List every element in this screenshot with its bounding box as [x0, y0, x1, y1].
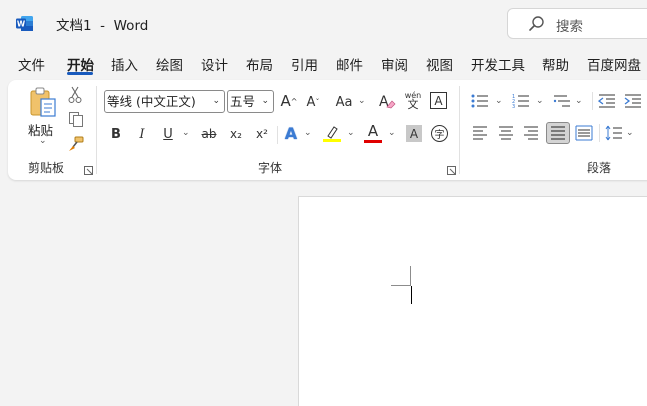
search-icon — [529, 16, 544, 31]
chevron-down-icon[interactable]: ⌄ — [358, 96, 366, 106]
decrease-indent-icon[interactable] — [598, 93, 616, 109]
crop-mark — [391, 285, 411, 286]
paragraph-group-label: 段落 — [587, 161, 612, 175]
ribbon: 粘贴 ⌄ 剪贴板 等线 (中文正文) ⌄ 五号 ⌄ A ^ Aˇ Aa ⌄ A w… — [8, 80, 647, 180]
chevron-down-icon[interactable]: ⌄ — [575, 96, 583, 106]
character-shading-button[interactable]: A — [406, 125, 422, 142]
paste-dropdown-icon[interactable]: ⌄ — [39, 136, 47, 146]
chevron-down-icon: ⌄ — [261, 96, 269, 106]
align-left-icon[interactable] — [472, 126, 488, 140]
paste-icon[interactable] — [28, 86, 58, 118]
tab-references[interactable]: 引用 — [291, 54, 318, 74]
subscript-button[interactable]: x₂ — [227, 124, 245, 144]
tab-mailings[interactable]: 邮件 — [336, 54, 363, 74]
font-group-label: 字体 — [258, 161, 283, 175]
ribbon-tabs: 文件 开始 插入 绘图 设计 布局 引用 邮件 审阅 视图 开发工具 帮助 百度… — [0, 48, 647, 76]
tab-help[interactable]: 帮助 — [542, 54, 569, 74]
clipboard-launcher-icon[interactable] — [84, 166, 93, 175]
search-placeholder: 搜索 — [556, 19, 583, 35]
chevron-down-icon[interactable]: ⌄ — [347, 128, 355, 138]
highlight-icon[interactable] — [323, 124, 341, 142]
word-logo-icon: W — [16, 16, 33, 31]
font-color-swatch — [364, 140, 382, 143]
group-separator — [599, 124, 600, 142]
text-cursor — [411, 286, 412, 304]
chevron-down-icon[interactable]: ⌄ — [495, 96, 503, 106]
group-separator — [277, 126, 278, 144]
justify-button[interactable] — [546, 122, 570, 144]
document-title: 文档1 - Word — [56, 18, 149, 34]
font-name-value: 等线 (中文正文) — [107, 94, 196, 109]
svg-text:W: W — [17, 20, 26, 29]
enclose-characters-button[interactable]: 字 — [431, 125, 448, 142]
clear-formatting-icon[interactable]: A — [378, 92, 396, 110]
chevron-down-icon: ⌄ — [212, 96, 220, 106]
tab-view[interactable]: 视图 — [426, 54, 453, 74]
crop-mark — [410, 266, 411, 285]
chevron-down-icon[interactable]: ⌄ — [536, 96, 544, 106]
active-tab-indicator — [67, 72, 93, 75]
tab-developer[interactable]: 开发工具 — [471, 54, 525, 74]
align-center-icon[interactable] — [498, 126, 514, 140]
font-color-button[interactable]: A — [365, 122, 381, 140]
cut-icon[interactable] — [68, 86, 82, 104]
italic-button[interactable]: I — [134, 124, 150, 144]
tab-design[interactable]: 设计 — [201, 54, 228, 74]
format-painter-icon[interactable] — [68, 136, 84, 152]
underline-button[interactable]: U — [160, 124, 176, 144]
phonetic-char: 文 — [407, 98, 419, 111]
font-launcher-icon[interactable] — [447, 166, 456, 175]
phonetic-guide-button[interactable]: wén 文 — [404, 89, 422, 111]
line-spacing-icon[interactable] — [605, 125, 623, 141]
character-border-button[interactable]: A — [430, 92, 447, 109]
tab-insert[interactable]: 插入 — [111, 54, 138, 74]
tab-layout[interactable]: 布局 — [246, 54, 273, 74]
distributed-icon[interactable] — [575, 125, 593, 141]
copy-icon[interactable] — [68, 111, 84, 127]
grow-font-button[interactable]: A ^ — [280, 91, 298, 111]
title-bar: W 文档1 - Word 搜索 — [0, 0, 647, 46]
font-size-value: 五号 — [230, 94, 256, 109]
justify-icon — [551, 126, 565, 140]
document-page[interactable] — [298, 196, 647, 406]
group-separator — [96, 86, 97, 174]
tab-file[interactable]: 文件 — [18, 54, 45, 74]
chevron-down-icon[interactable]: ⌄ — [182, 128, 190, 138]
font-size-select[interactable]: 五号 ⌄ — [227, 90, 274, 113]
numbering-icon[interactable]: 1 2 3 — [512, 93, 530, 109]
tab-review[interactable]: 审阅 — [381, 54, 408, 74]
superscript-button[interactable]: x² — [253, 124, 271, 144]
clipboard-group-label: 剪贴板 — [28, 161, 65, 175]
chevron-down-icon[interactable]: ⌄ — [626, 128, 634, 138]
change-case-button[interactable]: Aa — [333, 92, 355, 112]
bold-button[interactable]: B — [108, 124, 124, 144]
group-separator — [592, 92, 593, 110]
font-name-select[interactable]: 等线 (中文正文) ⌄ — [104, 90, 225, 113]
text-effects-button[interactable]: A — [282, 123, 300, 143]
bullets-icon[interactable] — [471, 93, 489, 109]
svg-text:A: A — [379, 94, 389, 110]
group-separator — [459, 86, 460, 174]
tab-draw[interactable]: 绘图 — [156, 54, 183, 74]
chevron-down-icon[interactable]: ⌄ — [388, 128, 396, 138]
align-right-icon[interactable] — [523, 126, 539, 140]
svg-text:3: 3 — [512, 104, 515, 109]
tab-home[interactable]: 开始 — [67, 54, 94, 74]
tab-baidu-netdisk[interactable]: 百度网盘 — [587, 54, 641, 74]
shrink-font-button[interactable]: Aˇ — [304, 92, 322, 112]
increase-indent-icon[interactable] — [624, 93, 642, 109]
search-input[interactable]: 搜索 — [507, 8, 647, 39]
multilevel-list-icon[interactable] — [553, 93, 571, 109]
chevron-down-icon[interactable]: ⌄ — [304, 128, 312, 138]
strikethrough-button[interactable]: ab — [199, 124, 219, 144]
